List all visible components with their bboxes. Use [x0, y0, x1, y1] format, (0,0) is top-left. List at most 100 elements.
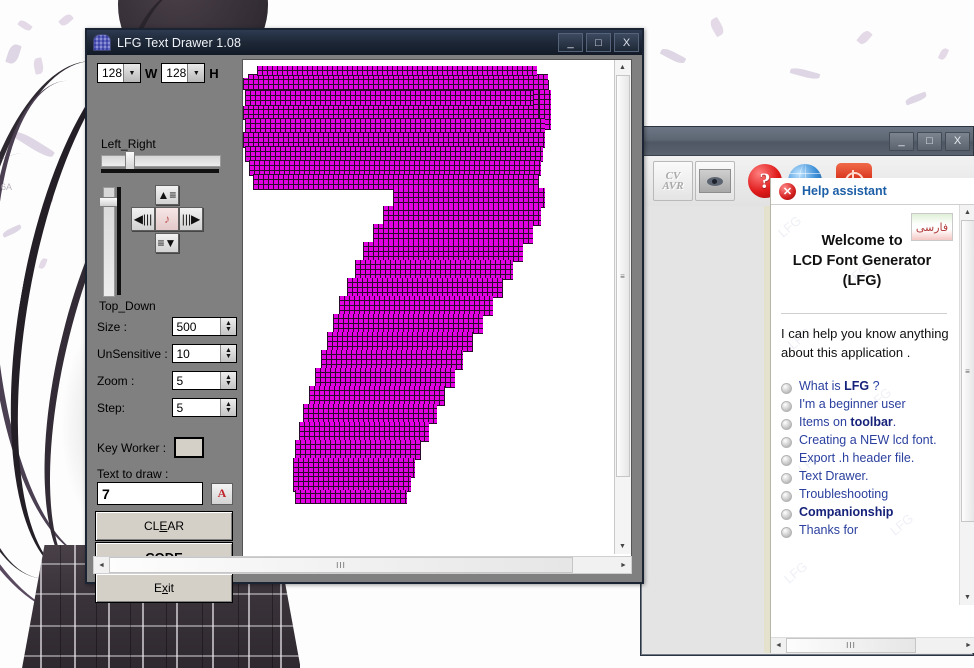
eye-icon — [699, 169, 731, 193]
bg-window-titlebar[interactable]: _ □ X — [641, 127, 973, 156]
bullet-icon — [781, 401, 792, 412]
zoom-value: 5 — [176, 373, 184, 388]
glyph-canvas-container[interactable]: ▲ ≡ ▼ — [242, 59, 632, 557]
help-link-what-is-lfg[interactable]: What is LFG ? — [799, 378, 880, 395]
move-up-button[interactable]: ▲≡ — [155, 185, 179, 205]
unsensitive-input[interactable]: 10 ▲ ▼ — [172, 344, 237, 363]
left-right-label: Left_Right — [101, 137, 156, 151]
font-a-icon: A — [217, 486, 227, 500]
top-down-slider-thumb[interactable] — [99, 197, 119, 207]
glyph-canvas[interactable] — [243, 60, 614, 554]
bg-window-client: CV AVR ? ✕ Help assistant LFG LFG LFG LF… — [642, 156, 974, 653]
help-link-items-on-toolbar[interactable]: Items on toolbar. — [799, 414, 896, 431]
dimension-row: 128 ▼ W 128 ▼ H — [97, 63, 219, 83]
lfg-text-drawer-window[interactable]: LFG Text Drawer 1.08 _ □ X 128 ▼ W 128 ▼… — [85, 28, 644, 603]
step-stepper[interactable]: ▲ ▼ — [220, 399, 236, 416]
list-item[interactable]: Text Drawer. — [777, 468, 959, 485]
bg-minimize-button[interactable]: _ — [889, 131, 914, 151]
move-right-button[interactable]: |||▶ — [179, 207, 203, 231]
lfg-titlebar[interactable]: LFG Text Drawer 1.08 _ □ X — [87, 30, 642, 55]
canvas-vertical-scrollbar[interactable]: ▲ ≡ ▼ — [614, 60, 631, 554]
size-stepper[interactable]: ▲ ▼ — [220, 318, 236, 335]
width-dropdown[interactable]: 128 ▼ — [97, 63, 141, 83]
down-arrow-icon: ≡▼ — [157, 236, 177, 250]
cvavr-button[interactable]: CV AVR — [653, 161, 693, 201]
left-right-slider-track — [101, 169, 219, 173]
bg-window-controls: _ □ X — [889, 131, 970, 151]
scroll-right-arrow[interactable]: ► — [961, 638, 974, 653]
help-link-troubleshooting[interactable]: Troubleshooting — [799, 486, 888, 503]
help-link-creating-new-lcd-font[interactable]: Creating a NEW lcd font. — [799, 432, 937, 449]
bg-maximize-button[interactable]: □ — [917, 131, 942, 151]
bullet-icon — [781, 437, 792, 448]
help-hscroll-thumb[interactable]: III — [786, 638, 916, 653]
font-picker-button[interactable]: A — [211, 482, 233, 505]
scroll-down-arrow[interactable]: ▼ — [615, 539, 630, 554]
list-item[interactable]: Troubleshooting — [777, 486, 959, 503]
list-item[interactable]: Items on toolbar. — [777, 414, 959, 431]
chevron-down-icon[interactable]: ▼ — [187, 64, 205, 82]
zoom-input[interactable]: 5 ▲ ▼ — [172, 371, 237, 390]
list-item[interactable]: What is LFG ? — [777, 378, 959, 395]
list-item[interactable]: I'm a beginner user — [777, 396, 959, 413]
scroll-down-arrow[interactable]: ▼ — [960, 590, 974, 605]
width-label: W — [145, 65, 158, 81]
help-vscroll-thumb[interactable]: ≡ — [961, 220, 974, 522]
text-to-draw-input[interactable]: 7 — [97, 482, 203, 505]
exit-button[interactable]: Exit — [95, 573, 233, 603]
left-right-slider-thumb[interactable] — [125, 151, 135, 171]
lfg-maximize-button[interactable]: □ — [586, 33, 611, 52]
preview-eye-button[interactable] — [695, 161, 735, 201]
scroll-right-arrow[interactable]: ► — [616, 558, 631, 573]
step-value: 5 — [176, 400, 184, 415]
list-item[interactable]: Companionship — [777, 504, 959, 521]
size-input[interactable]: 500 ▲ ▼ — [172, 317, 237, 336]
lfg-client-area: 128 ▼ W 128 ▼ H Left_Right Top_Down ▲≡ ◀… — [87, 55, 638, 603]
chevron-down-icon[interactable]: ▼ — [123, 64, 140, 82]
left-right-slider[interactable] — [101, 155, 221, 167]
list-item[interactable]: Thanks for — [777, 522, 959, 539]
welcome-heading: Welcome to LCD Font Generator (LFG) — [771, 205, 959, 291]
list-item[interactable]: Export .h header file. — [777, 450, 959, 467]
unsensitive-value: 10 — [176, 346, 190, 361]
move-down-button[interactable]: ≡▼ — [155, 233, 179, 253]
scroll-up-arrow[interactable]: ▲ — [615, 60, 630, 75]
reset-position-button[interactable]: ♪ — [155, 207, 179, 231]
lcd-font-generator-window[interactable]: _ □ X CV AVR ? ✕ Help assistant LFG LFG … — [640, 126, 974, 656]
help-link-export-header-file[interactable]: Export .h header file. — [799, 450, 914, 467]
key-worker-color-swatch[interactable] — [174, 437, 205, 458]
help-link-thanks-for[interactable]: Thanks for — [799, 522, 858, 539]
bullet-icon — [781, 527, 792, 538]
help-link-text-drawer[interactable]: Text Drawer. — [799, 468, 868, 485]
help-link-beginner-user[interactable]: I'm a beginner user — [799, 396, 906, 413]
bullet-icon — [781, 509, 792, 520]
scroll-left-arrow[interactable]: ◄ — [94, 558, 109, 573]
reset-icon: ♪ — [164, 212, 170, 226]
grip-icon: III — [336, 560, 346, 570]
list-item[interactable]: Creating a NEW lcd font. — [777, 432, 959, 449]
bg-close-button[interactable]: X — [945, 131, 970, 151]
scroll-up-arrow[interactable]: ▲ — [960, 205, 974, 220]
height-dropdown[interactable]: 128 ▼ — [161, 63, 206, 83]
lfg-hscroll-thumb[interactable]: III — [109, 557, 573, 573]
lfg-horizontal-scrollbar[interactable]: ◄ III ► — [93, 556, 632, 574]
help-close-icon[interactable]: ✕ — [779, 182, 796, 200]
step-field-row: Step: 5 ▲ ▼ — [97, 398, 237, 417]
help-link-companionship[interactable]: Companionship — [799, 504, 893, 521]
help-assistant-header: ✕ Help assistant — [771, 178, 974, 205]
app-icon — [93, 34, 111, 51]
canvas-vscroll-thumb[interactable]: ≡ — [616, 75, 630, 477]
clear-button[interactable]: CLEAR — [95, 511, 233, 541]
scroll-left-arrow[interactable]: ◄ — [771, 638, 786, 653]
lfg-minimize-button[interactable]: _ — [558, 33, 583, 52]
zoom-stepper[interactable]: ▲ ▼ — [220, 372, 236, 389]
move-left-button[interactable]: ◀||| — [131, 207, 155, 231]
unsensitive-stepper[interactable]: ▲ ▼ — [220, 345, 236, 362]
right-arrow-icon: |||▶ — [181, 212, 201, 226]
help-horizontal-scrollbar[interactable]: ◄ III ► — [771, 637, 974, 653]
step-input[interactable]: 5 ▲ ▼ — [172, 398, 237, 417]
lfg-close-button[interactable]: X — [614, 33, 639, 52]
size-value: 500 — [176, 319, 197, 334]
welcome-line-3: (LFG) — [842, 273, 882, 289]
help-vertical-scrollbar[interactable]: ▲ ≡ ▼ — [959, 205, 974, 605]
